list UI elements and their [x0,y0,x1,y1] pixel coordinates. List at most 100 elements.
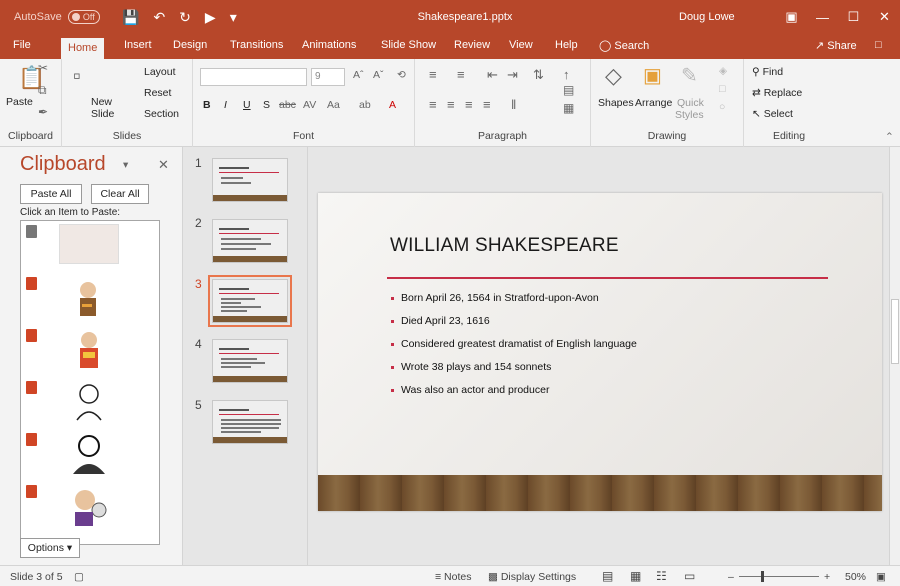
bullets-icon[interactable]: ≡ [429,67,437,82]
autosave-control[interactable]: AutoSave Off [14,0,100,34]
underline-icon[interactable]: U [243,99,251,111]
reading-view-icon[interactable]: ☷ [656,569,667,583]
zoom-slider[interactable] [739,576,819,577]
paste-all-button[interactable]: Paste All [20,184,82,204]
customize-toolbar-icon[interactable]: ▾ [230,9,237,26]
bold-icon[interactable]: B [203,99,211,111]
increase-font-size-icon[interactable]: Aˆ [353,69,364,81]
clipboard-item[interactable] [21,377,159,431]
columns-icon[interactable]: ‖ [511,97,516,112]
slide-thumbnail-2[interactable] [212,219,288,263]
zoom-level[interactable]: 50% [845,571,866,583]
line-spacing-icon[interactable]: ⇅ [533,67,544,83]
clipboard-item[interactable] [21,273,159,327]
decrease-indent-icon[interactable]: ⇤ [487,67,498,83]
italic-icon[interactable]: I [224,99,227,111]
decrease-font-size-icon[interactable]: Aˇ [373,69,384,81]
character-spacing-icon[interactable]: AV [303,99,316,111]
tab-design[interactable]: Design [173,39,207,51]
select-button[interactable]: ↖ Select [752,108,793,120]
shape-fill-icon[interactable]: ◈ [719,65,727,77]
increase-indent-icon[interactable]: ⇥ [507,67,518,83]
slide-sorter-icon[interactable]: ▦ [630,569,641,583]
quick-styles-icon[interactable]: ✎ [681,63,698,88]
redo-icon[interactable]: ↻ [179,9,191,26]
shadow-icon[interactable]: S [263,99,270,111]
replace-button[interactable]: ⇄ Replace [752,87,802,99]
pane-options-icon[interactable]: ▾ [123,159,128,171]
maximize-icon[interactable]: ☐ [838,9,869,25]
font-size-box[interactable]: 9 [311,68,345,86]
shapes-button[interactable]: Shapes [598,97,634,109]
slide-bullet[interactable]: Was also an actor and producer [391,384,549,396]
display-settings-button[interactable]: ▩ Display Settings [488,571,576,583]
tab-home[interactable]: Home [61,38,105,59]
new-slide-icon[interactable]: ▫ [73,63,81,89]
arrange-icon[interactable]: ▣ [643,63,662,88]
clear-formatting-icon[interactable]: ⟲ [397,69,406,81]
start-from-beginning-icon[interactable]: ▶ [205,9,216,26]
numbering-icon[interactable]: ≡ [457,67,465,82]
clipboard-item[interactable] [21,325,159,379]
tell-me-search[interactable]: ◯ Search [599,39,649,52]
copy-icon[interactable]: ⧉ [38,83,47,98]
quick-styles-line2[interactable]: Styles [675,109,704,121]
slide-bullet[interactable]: Wrote 38 plays and 154 sonnets [391,361,551,373]
paste-button[interactable]: Paste [6,96,33,108]
layout-button[interactable]: Layout [144,66,176,78]
change-case-icon[interactable]: Aa [327,99,340,111]
normal-view-icon[interactable]: ▤ [602,569,613,583]
shape-outline-icon[interactable]: □ [719,83,725,95]
share-button[interactable]: ↗ Share [815,39,857,52]
close-icon[interactable]: ✕ [869,9,900,25]
smartart-icon[interactable]: ▦ [563,101,574,115]
undo-icon[interactable]: ↶ [153,9,165,26]
justify-icon[interactable]: ≡ [483,97,491,112]
user-name[interactable]: Doug Lowe [679,0,735,34]
highlight-icon[interactable]: ab [359,99,371,111]
shapes-icon[interactable]: ◇ [605,63,622,89]
slide-thumbnail-5[interactable] [212,400,288,444]
tab-animations[interactable]: Animations [302,39,356,51]
quick-styles-line1[interactable]: Quick [677,97,704,109]
find-button[interactable]: ⚲ Find [752,66,783,78]
save-icon[interactable]: 💾 [122,9,139,26]
reset-button[interactable]: Reset [144,87,171,99]
format-painter-icon[interactable]: ✒ [38,105,48,119]
slide-title[interactable]: WILLIAM SHAKESPEARE [390,235,619,257]
tab-review[interactable]: Review [454,39,490,51]
align-left-icon[interactable]: ≡ [429,97,437,112]
strikethrough-icon[interactable]: abc [279,99,296,111]
clipboard-item[interactable] [21,429,159,483]
slide-show-icon[interactable]: ▭ [684,569,695,583]
text-direction-icon[interactable]: ↑ [563,67,570,82]
clipboard-item[interactable] [21,481,159,535]
close-pane-icon[interactable]: ✕ [158,157,169,173]
font-name-box[interactable] [200,68,307,86]
zoom-in-icon[interactable]: + [824,571,830,583]
cut-icon[interactable]: ✂ [38,61,48,75]
tab-file[interactable]: File [13,39,31,51]
collapse-ribbon-icon[interactable]: ⌃ [885,131,894,143]
align-right-icon[interactable]: ≡ [465,97,473,112]
comments-icon[interactable]: □ [875,39,882,51]
tab-transitions[interactable]: Transitions [230,39,283,51]
slide-bullet[interactable]: Died April 23, 1616 [391,315,490,327]
section-button[interactable]: Section [144,108,179,120]
shape-effects-icon[interactable]: ○ [719,101,725,113]
clear-all-button[interactable]: Clear All [91,184,149,204]
scrollbar-thumb[interactable] [891,299,899,364]
zoom-out-icon[interactable]: – [728,571,734,583]
new-slide-line1[interactable]: New [91,96,112,108]
new-slide-line2[interactable]: Slide [91,108,114,120]
tab-help[interactable]: Help [555,39,578,51]
notes-button[interactable]: ≡ Notes [435,571,471,583]
current-slide[interactable]: WILLIAM SHAKESPEARE Born April 26, 1564 … [318,193,882,511]
tab-insert[interactable]: Insert [124,39,152,51]
autosave-toggle[interactable]: Off [67,10,100,24]
slide-thumbnail-3[interactable] [208,275,292,327]
zoom-slider-handle[interactable] [761,571,764,582]
vertical-scrollbar[interactable] [889,147,900,565]
center-icon[interactable]: ≡ [447,97,455,112]
tab-slide-show[interactable]: Slide Show [381,39,436,51]
